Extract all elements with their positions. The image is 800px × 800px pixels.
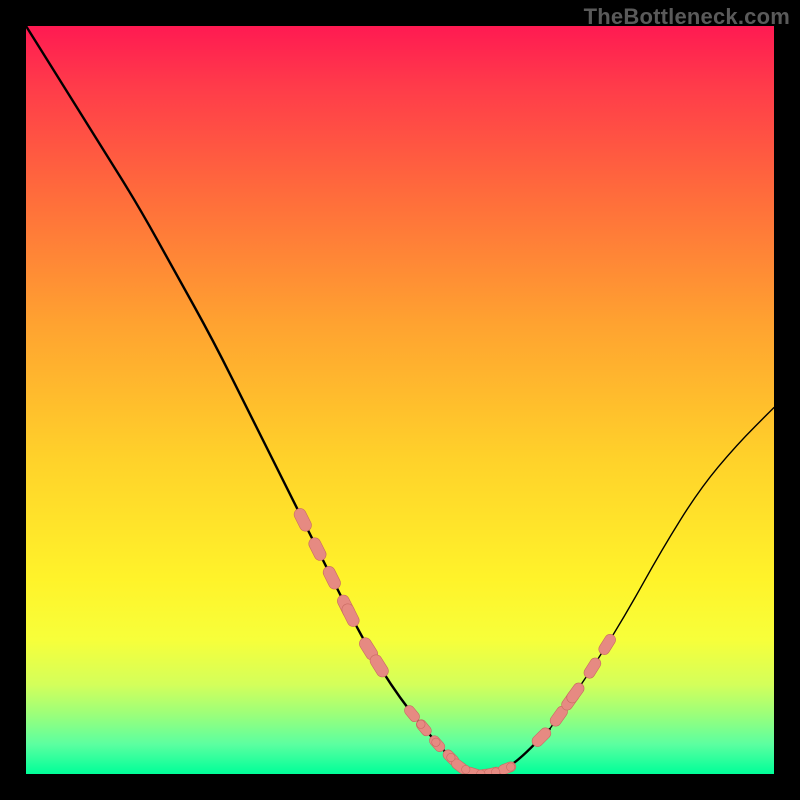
- chart-frame: TheBottleneck.com: [0, 0, 800, 800]
- watermark-text: TheBottleneck.com: [584, 4, 790, 30]
- gradient-plot-area: [26, 26, 774, 774]
